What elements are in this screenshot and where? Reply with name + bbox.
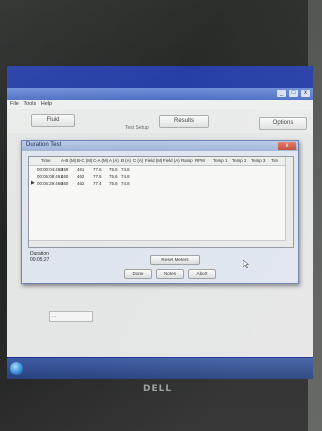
vertical-scrollbar[interactable] [285, 157, 293, 247]
table-row[interactable]: 00:05:08:461 460 462 77.5 75.6 74.8 [29, 173, 293, 180]
cell-b: 75.6 [109, 181, 118, 186]
dialog-titlebar: Duration Test x [22, 141, 298, 151]
col-temp1[interactable]: Temp 1 [213, 158, 227, 163]
cell-a: 77.4 [93, 181, 102, 186]
cell-bc: 462 [77, 174, 85, 179]
col-c[interactable]: C (A) [133, 158, 143, 163]
duration-value: 00:05:27 [30, 257, 50, 263]
col-field-a[interactable]: Field (A) [163, 158, 180, 163]
cell-ab: 459 [61, 167, 69, 172]
dell-logo: DELL [143, 384, 173, 394]
cell-time: 00:05:29:460 [37, 181, 63, 186]
start-button-icon[interactable] [10, 362, 23, 375]
cell-c: 74.8 [121, 167, 130, 172]
col-ramp[interactable]: Ramp [181, 158, 193, 163]
menu-file[interactable]: File [10, 101, 19, 107]
cell-ab: 460 [61, 181, 69, 186]
col-ab[interactable]: A-B (M) [61, 158, 76, 163]
close-window-button[interactable]: x [301, 90, 310, 97]
cell-ab: 460 [61, 174, 69, 179]
duration-test-dialog: Duration Test x Time A-B (M) B-C (M) C-A… [21, 140, 299, 284]
cell-a: 77.5 [93, 174, 102, 179]
minimize-button[interactable]: _ [277, 90, 286, 97]
cell-bc: 462 [77, 181, 85, 186]
cell-b: 75.6 [109, 167, 118, 172]
cell-time: 00:00:04:460 [37, 167, 63, 172]
cell-time: 00:05:08:461 [37, 174, 63, 179]
fluid-button[interactable]: Fluid [31, 114, 75, 127]
done-button[interactable]: Done [124, 269, 152, 279]
notes-button[interactable]: Notes [156, 269, 184, 279]
col-ca[interactable]: C-A (M) [93, 158, 108, 163]
col-bc[interactable]: B-C (M) [77, 158, 92, 163]
grid-header: Time A-B (M) B-C (M) C-A (M) A (A) B (A)… [29, 157, 293, 166]
maximize-button[interactable]: □ [289, 90, 298, 97]
table-row[interactable]: ▶ 00:05:29:460 460 462 77.4 75.6 74.8 [29, 180, 293, 187]
cell-c: 74.8 [121, 174, 130, 179]
mouse-cursor-icon [243, 260, 249, 268]
taskbar [7, 358, 313, 379]
cell-c: 74.8 [121, 181, 130, 186]
options-button[interactable]: Options [259, 117, 307, 130]
cell-a: 77.6 [93, 167, 102, 172]
test-setup-label: Test Setup [125, 125, 149, 131]
col-tim[interactable]: Tim [271, 158, 278, 163]
col-b[interactable]: B (A) [121, 158, 131, 163]
row-marker: ▶ [31, 180, 35, 186]
dialog-close-button[interactable]: x [278, 142, 296, 150]
col-field-m[interactable]: Field (M) [145, 158, 162, 163]
body-input-field[interactable]: ... [49, 311, 93, 322]
horizontal-scrollbar[interactable] [29, 240, 286, 247]
menu-tools[interactable]: Tools [23, 101, 36, 107]
col-rpm[interactable]: RPM [195, 158, 205, 163]
data-grid[interactable]: Time A-B (M) B-C (M) C-A (M) A (A) B (A)… [28, 156, 294, 248]
reset-meters-button[interactable]: Reset Meters [150, 255, 200, 265]
col-time[interactable]: Time [41, 158, 51, 163]
menu-bar: File Tools Help [7, 100, 313, 109]
app-titlebar: _ □ x [7, 88, 313, 100]
table-row[interactable]: 00:00:04:460 459 461 77.6 75.6 74.8 [29, 166, 293, 173]
toolbar: Fluid Test Setup Results Options [7, 109, 313, 133]
monitor-screen: _ □ x File Tools Help Fluid Test Setup R… [7, 66, 313, 379]
abort-button[interactable]: Abort [188, 269, 216, 279]
cell-b: 75.6 [109, 174, 118, 179]
col-a[interactable]: A (A) [109, 158, 119, 163]
dialog-title: Duration Test [26, 142, 62, 148]
results-button[interactable]: Results [159, 115, 209, 128]
window-controls: _ □ x [277, 90, 310, 97]
col-temp2[interactable]: Temp 2 [232, 158, 246, 163]
cell-bc: 461 [77, 167, 85, 172]
menu-help[interactable]: Help [41, 101, 52, 107]
col-temp3[interactable]: Temp 3 [251, 158, 265, 163]
